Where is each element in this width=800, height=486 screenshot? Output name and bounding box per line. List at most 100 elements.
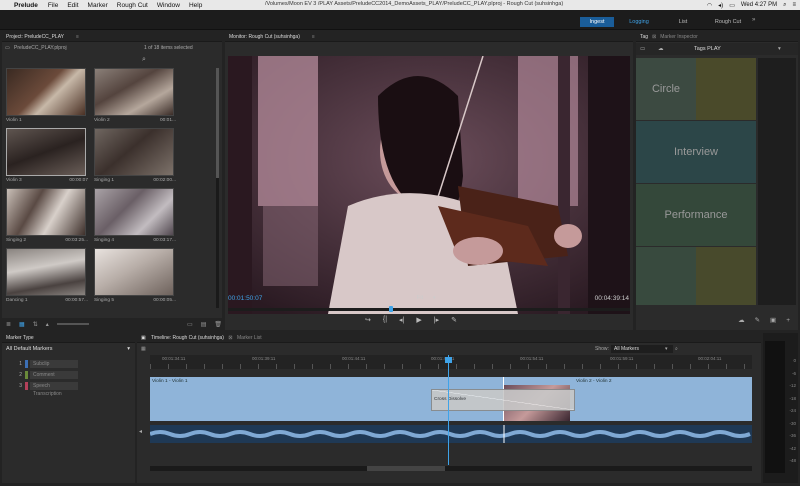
new-tag-set-icon[interactable]: ▣ — [770, 316, 776, 324]
battery-icon[interactable]: ▭ — [729, 2, 735, 9]
snap-icon[interactable]: ▦ — [141, 344, 146, 354]
search-icon[interactable]: ⌕ — [142, 56, 146, 64]
menu-marker[interactable]: Marker — [88, 2, 108, 9]
project-panel-title[interactable]: Project: PreludeCC_PLAY — [6, 34, 64, 40]
tag-tile-empty[interactable] — [696, 247, 756, 305]
delete-icon[interactable]: 🗑 — [214, 321, 222, 328]
panel-menu-icon[interactable]: ≡ — [76, 34, 79, 40]
clip-thumbnail-singing-4[interactable] — [94, 188, 174, 236]
monitor-scrubber[interactable] — [228, 308, 630, 311]
tag-toolbar: ▭ ☁ Tags PLAY ▾ — [636, 43, 798, 55]
chevron-down-icon[interactable]: ▾ — [778, 43, 781, 55]
marker-filter-select[interactable]: All Default Markers ▾ — [2, 343, 135, 355]
tag-tile-circle[interactable]: Circle — [636, 58, 696, 120]
workspace-rough-cut[interactable]: Rough Cut — [708, 17, 748, 27]
clip-thumbnail-violin-3[interactable] — [6, 128, 86, 176]
cross-dissolve-transition[interactable]: Cross Dissolve — [431, 389, 575, 411]
clip-thumbnail-singing-2[interactable] — [6, 188, 86, 236]
play-icon[interactable]: ▶ — [416, 316, 421, 324]
marker-type-item[interactable]: 1 Subclip — [12, 358, 135, 369]
new-folder-icon[interactable]: ▭ — [187, 321, 193, 328]
folder-icon[interactable]: ▭ — [640, 43, 645, 55]
workspace-logging[interactable]: Logging — [622, 17, 656, 27]
tag-set-select[interactable]: Tags PLAY — [694, 43, 721, 55]
sort-icon[interactable]: ⇅ — [33, 321, 38, 328]
project-scrollbar[interactable] — [216, 68, 219, 308]
zoom-select[interactable]: Fit — [417, 295, 423, 301]
tag-panel-toolbar: ☁ ✎ ▣ + — [636, 313, 798, 327]
wifi-icon[interactable]: ◠ — [707, 2, 712, 9]
settings-wrench-icon[interactable]: ✎ — [451, 316, 457, 324]
menu-edit[interactable]: Edit — [67, 2, 78, 9]
step-forward-icon[interactable]: |▸ — [434, 316, 439, 324]
current-timecode[interactable]: 00:01:50:07 — [228, 295, 262, 302]
marker-type-item[interactable]: 2 Comment — [12, 369, 135, 380]
clip-label: Singing 5 00:00:05... — [94, 298, 176, 303]
tag-tile-empty[interactable] — [636, 247, 696, 305]
chevron-down-icon[interactable]: ▾ — [433, 295, 436, 301]
clip-thumbnail-violin-2[interactable] — [94, 68, 174, 116]
duration-timecode: 00:04:39:14 — [594, 295, 629, 302]
audio-waveform — [150, 425, 751, 443]
tab-marker-list[interactable]: Marker List — [237, 335, 262, 341]
mark-in-icon[interactable]: ↪ — [365, 316, 371, 324]
edit-tag-icon[interactable]: ✎ — [755, 316, 760, 324]
thumbnail-size-slider[interactable] — [56, 323, 90, 325]
tab-close-icon[interactable]: ⊠ — [652, 34, 656, 40]
workspace-ingest[interactable]: Ingest — [580, 17, 614, 27]
monitor-panel-title[interactable]: Monitor: Rough Cut (suhsinhga) — [229, 34, 300, 40]
menu-help[interactable]: Help — [189, 2, 202, 9]
volume-icon[interactable]: ◂) — [718, 2, 723, 9]
menu-file[interactable]: File — [48, 2, 58, 9]
marker-type-item[interactable]: 3 Speech Transcription — [12, 380, 135, 397]
add-icon[interactable]: + — [786, 317, 790, 324]
workspace-list[interactable]: List — [666, 17, 700, 27]
marker-type-list: 1 Subclip 2 Comment 3 Speech Transcription — [2, 355, 135, 397]
marker-color-swatch — [25, 359, 28, 368]
playhead-handle[interactable] — [389, 306, 393, 312]
audio-track[interactable] — [150, 425, 752, 443]
show-marker-select[interactable]: All Markers — [611, 345, 673, 353]
go-to-in-icon[interactable]: {| — [383, 316, 387, 324]
timeline-playhead[interactable] — [448, 355, 449, 465]
menu-window[interactable]: Window — [157, 2, 180, 9]
chevron-down-icon[interactable]: ▾ — [127, 343, 130, 355]
tag-tile-performance[interactable]: Performance — [636, 184, 756, 246]
cloud-upload-icon[interactable]: ☁ — [738, 316, 745, 324]
clip-thumbnail-singing-1[interactable] — [94, 128, 174, 176]
playhead-handle[interactable] — [445, 357, 452, 363]
panel-menu-icon[interactable]: ≡ — [312, 34, 315, 40]
menubar-clock[interactable]: Wed 4:27 PM — [741, 2, 777, 8]
ruler-tick-label: 00:02:04:11 — [698, 356, 722, 361]
clip-thumbnail-violin-1[interactable] — [6, 68, 86, 116]
tab-close-icon[interactable]: ⊠ — [228, 335, 232, 341]
thumbnail-view-icon[interactable]: ▦ — [19, 321, 25, 328]
audio-track-icon[interactable]: ◂ — [139, 428, 142, 435]
tab-timeline[interactable]: Timeline: Rough Cut (suhsinhga) — [151, 335, 224, 341]
marker-type-title[interactable]: Marker Type — [6, 335, 34, 341]
clip-thumbnail-dancing-1[interactable] — [6, 248, 86, 296]
chevron-down-icon[interactable]: ▾ — [665, 344, 668, 354]
new-item-icon[interactable]: ▤ — [201, 321, 207, 328]
list-view-icon[interactable]: ≣ — [6, 321, 11, 328]
video-frame[interactable] — [228, 56, 630, 314]
search-icon[interactable]: ⌕ — [783, 2, 786, 9]
cloud-icon[interactable]: ☁ — [658, 43, 664, 55]
workspace-menu-icon[interactable]: » — [752, 17, 755, 23]
zoom-out-icon[interactable]: ▴ — [46, 321, 49, 328]
clip-thumbnail-singing-5[interactable] — [94, 248, 174, 296]
video-image — [228, 56, 630, 314]
search-icon[interactable]: ⌕ — [675, 344, 678, 354]
tab-tag[interactable]: Tag — [640, 34, 648, 40]
tag-panel-header: Tag ⊠ Marker Inspector — [636, 32, 798, 42]
monitor-panel-header: Monitor: Rough Cut (suhsinhga) ≡ — [225, 32, 633, 42]
tag-tile-interview[interactable]: Interview — [636, 121, 756, 183]
timeline-scrollbar[interactable] — [150, 466, 752, 471]
app-menu[interactable]: Prelude — [14, 2, 38, 9]
tab-marker-inspector[interactable]: Marker Inspector — [660, 34, 698, 40]
list-icon[interactable]: ≡ — [792, 2, 796, 8]
menu-rough-cut[interactable]: Rough Cut — [117, 2, 148, 9]
tag-tile-empty[interactable] — [696, 58, 756, 120]
step-back-icon[interactable]: ◂| — [399, 316, 404, 324]
clip-label: Dancing 1 00:00:57... — [6, 298, 88, 303]
